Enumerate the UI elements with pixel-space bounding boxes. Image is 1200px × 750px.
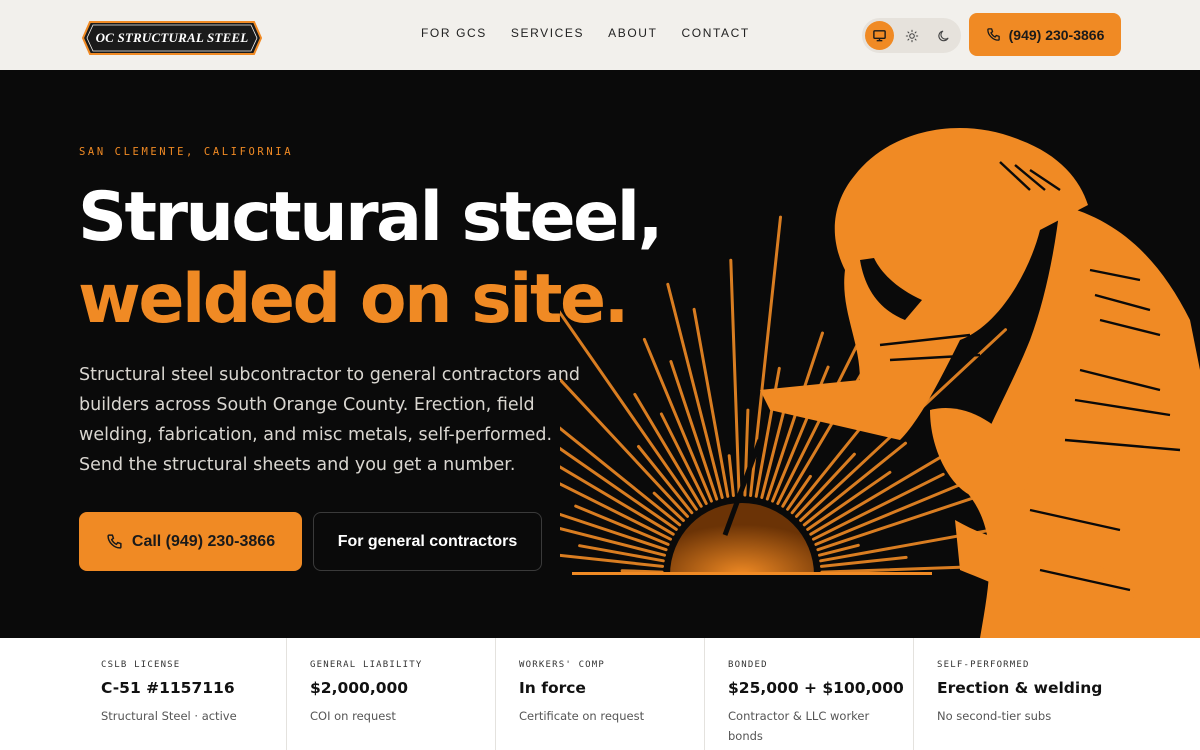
hero-headline-line1: Structural steel,: [78, 178, 663, 257]
credential-bonded: BONDED $25,000 + $100,000 Contractor & L…: [705, 638, 914, 750]
hero-eyebrow: SAN CLEMENTE, CALIFORNIA: [79, 146, 294, 158]
credential-label: CSLB LICENSE: [101, 660, 181, 670]
credential-label: GENERAL LIABILITY: [310, 660, 423, 670]
site-header: OC STRUCTURAL STEEL FOR GCS SERVICES ABO…: [0, 0, 1200, 70]
credential-self-performed: SELF-PERFORMED Erection & welding No sec…: [914, 638, 1123, 750]
header-phone-button[interactable]: (949) 230-3866: [969, 13, 1121, 56]
credential-value: C-51 #1157116: [101, 679, 235, 697]
logo-text: OC STRUCTURAL STEEL: [95, 30, 249, 45]
credential-value: $25,000 + $100,000: [728, 679, 904, 697]
credential-label: BONDED: [728, 660, 768, 670]
credential-label: SELF-PERFORMED: [937, 660, 1030, 670]
credential-label: WORKERS' COMP: [519, 660, 606, 670]
credential-value: Erection & welding: [937, 679, 1103, 697]
phone-icon: [986, 28, 1000, 41]
monitor-icon: [873, 30, 886, 42]
general-contractors-button[interactable]: For general contractors: [313, 512, 542, 571]
credential-liability: GENERAL LIABILITY $2,000,000 COI on requ…: [287, 638, 496, 750]
hero-section: SAN CLEMENTE, CALIFORNIA Structural stee…: [0, 70, 1200, 638]
credential-note: Structural Steel · active: [101, 709, 237, 723]
logo[interactable]: OC STRUCTURAL STEEL: [82, 21, 262, 55]
credential-note: Contractor & LLC worker bonds: [728, 709, 870, 743]
call-button-label: Call (949) 230-3866: [131, 532, 276, 550]
hero-description: Structural steel subcontractor to genera…: [79, 365, 580, 475]
nav-about[interactable]: ABOUT: [608, 26, 657, 40]
nav-contact[interactable]: CONTACT: [682, 26, 750, 40]
credential-workers-comp: WORKERS' COMP In force Certificate on re…: [496, 638, 705, 750]
spark-ray: [620, 569, 664, 574]
credential-value: In force: [519, 679, 586, 697]
hero-headline-line2: welded on site.: [78, 260, 629, 339]
phone-icon: [107, 534, 122, 549]
theme-system-button[interactable]: [865, 21, 894, 50]
credential-note: COI on request: [310, 709, 396, 723]
theme-dark-button[interactable]: [929, 21, 958, 50]
credentials-strip: CSLB LICENSE C-51 #1157116 Structural St…: [0, 638, 1200, 750]
header-phone-label: (949) 230-3866: [1008, 26, 1105, 43]
call-button[interactable]: Call (949) 230-3866: [79, 512, 302, 571]
spark-ray: [560, 553, 664, 568]
credential-license: CSLB LICENSE C-51 #1157116 Structural St…: [78, 638, 287, 750]
sun-icon: [905, 29, 918, 42]
spark-ray: [729, 258, 741, 497]
credential-note: No second-tier subs: [937, 709, 1052, 723]
nav-for-gcs[interactable]: FOR GCS: [421, 26, 487, 40]
theme-toggle: [862, 18, 961, 53]
credential-note: Certificate on request: [519, 709, 645, 723]
spark-ray: [727, 454, 735, 497]
moon-icon: [937, 30, 949, 41]
theme-light-button[interactable]: [897, 21, 926, 50]
main-nav: FOR GCS SERVICES ABOUT CONTACT: [421, 26, 774, 40]
nav-services[interactable]: SERVICES: [511, 26, 584, 40]
credential-value: $2,000,000: [310, 679, 409, 697]
